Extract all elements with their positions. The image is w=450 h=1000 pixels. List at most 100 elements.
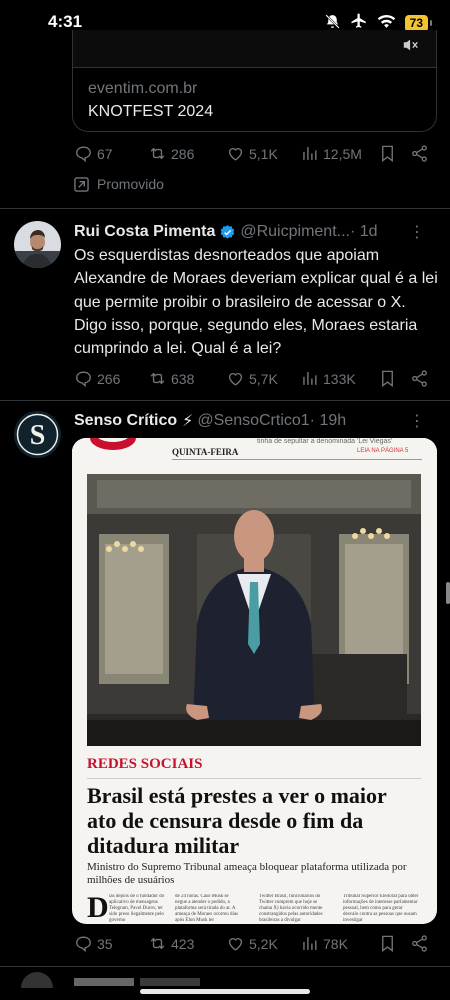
bookmark-icon — [382, 935, 393, 952]
masthead-red-note: LEIA NA PÁGINA 5 — [357, 448, 409, 454]
reply-icon — [76, 371, 91, 388]
repost-icon — [150, 372, 165, 385]
tweet-media-image[interactable]: tinha de sepultar a denominada 'Lei Vieg… — [72, 438, 437, 924]
battery-indicator: 73 — [404, 14, 433, 32]
rule — [172, 459, 422, 460]
status-time: 4:31 — [48, 12, 83, 31]
views-count: 133K — [323, 370, 356, 387]
reply-count: 35 — [97, 935, 113, 952]
views-button[interactable]: 78K — [300, 934, 348, 953]
masthead-note: tinha de sepultar a denominada 'Lei Vieg… — [257, 438, 393, 445]
svg-text:S: S — [30, 420, 46, 451]
repost-count: 286 — [171, 145, 195, 162]
next-tweet-peek — [0, 968, 450, 1000]
repost-button[interactable]: 286 — [148, 144, 194, 163]
tweet-header: Rui Costa Pimenta @Ruicpiment... · 1d ⋮ — [74, 221, 436, 243]
repost-button[interactable]: 638 — [148, 369, 194, 388]
news-column-1: ias depois de o fundador do aplicativo d… — [109, 894, 165, 923]
promo-video[interactable] — [73, 30, 436, 68]
reply-count: 67 — [97, 145, 113, 162]
tweet-header: Senso Crítico ⚡ @SensoCrtico1 · 19h ⋮ — [74, 410, 436, 432]
share-button[interactable] — [410, 369, 429, 388]
divider — [0, 400, 450, 401]
reply-button[interactable]: 67 — [74, 144, 113, 163]
home-indicator[interactable] — [140, 989, 310, 994]
reply-button[interactable]: 35 — [74, 934, 113, 953]
like-button[interactable]: 5,7K — [226, 369, 278, 388]
reply-icon — [76, 936, 91, 953]
news-column-4: Tribunal Superior Eleitoral para obter i… — [343, 894, 419, 923]
news-subheadline: Ministro do Supremo Tribunal ameaça bloq… — [87, 861, 407, 886]
views-icon — [303, 937, 317, 950]
news-body: D ias depois de o fundador do aplicativo… — [87, 891, 421, 924]
like-button[interactable]: 5,1K — [226, 144, 278, 163]
news-column-3: Twitter Brasil, funcionários do Twitter … — [259, 894, 323, 923]
display-name[interactable]: Senso Crítico — [74, 412, 177, 430]
repost-count: 423 — [171, 935, 195, 952]
display-name[interactable]: Rui Costa Pimenta — [74, 223, 215, 241]
more-options-icon[interactable]: ⋮ — [409, 411, 426, 431]
next-tweet-fragment — [21, 972, 200, 1000]
repost-icon — [150, 147, 165, 160]
promo-link-card[interactable]: eventim.com.br KNOTFEST 2024 — [72, 30, 437, 132]
views-count: 12,5M — [323, 145, 362, 162]
volume-muted-icon[interactable] — [402, 38, 420, 52]
reply-count: 266 — [97, 370, 121, 387]
bookmark-button[interactable] — [378, 369, 397, 388]
promoted-text: Promovido — [97, 176, 164, 192]
news-column-2: de 24 horas. Caso Musk se negue a atende… — [175, 894, 239, 923]
like-count: 5,2K — [249, 935, 278, 952]
share-button[interactable] — [410, 934, 429, 953]
newspaper-masthead: tinha de sepultar a denominada 'Lei Vieg… — [72, 438, 437, 466]
timestamp[interactable]: · 1d — [350, 223, 378, 241]
news-section-label: REDES SOCIAIS — [87, 756, 203, 772]
repost-button[interactable]: 423 — [148, 934, 194, 953]
like-count: 5,7K — [249, 370, 278, 387]
newspaper-day: QUINTA-FEIRA — [172, 447, 239, 457]
bookmark-icon — [382, 370, 393, 387]
card-domain: eventim.com.br — [88, 80, 198, 97]
news-photo — [87, 474, 421, 746]
like-button[interactable]: 5,2K — [226, 934, 278, 953]
divider — [0, 208, 450, 209]
tweet-text: Os esquerdistas desnorteados que apoiam … — [74, 247, 438, 358]
card-title: KNOTFEST 2024 — [88, 103, 214, 120]
bookmark-button[interactable] — [378, 144, 397, 163]
views-button[interactable]: 133K — [300, 369, 356, 388]
news-headline: Brasil está prestes a ver o maior ato de… — [87, 783, 387, 858]
avatar[interactable] — [14, 221, 61, 268]
dropcap: D — [87, 891, 109, 924]
views-count: 78K — [323, 935, 348, 952]
promoted-label: Promovido — [74, 176, 164, 192]
verified-badge-icon — [220, 224, 235, 239]
divider — [0, 966, 450, 967]
tweet2-actions: 35 423 5,2K 78K — [74, 934, 434, 956]
share-icon — [412, 935, 427, 952]
heart-icon — [228, 938, 243, 951]
views-button[interactable]: 12,5M — [300, 144, 362, 163]
repost-icon — [150, 937, 165, 950]
share-icon — [412, 370, 427, 387]
promoted-arrow-icon — [74, 176, 89, 192]
bookmark-icon — [382, 145, 393, 162]
heart-icon — [228, 148, 243, 161]
share-icon — [412, 145, 427, 162]
share-button[interactable] — [410, 144, 429, 163]
handle[interactable]: @Ruicpiment... — [240, 223, 350, 241]
more-options-icon[interactable]: ⋮ — [409, 222, 426, 242]
repost-count: 638 — [171, 370, 195, 387]
newspaper-logo — [90, 438, 136, 450]
views-icon — [303, 147, 317, 160]
handle[interactable]: @SensoCrtico1 — [197, 412, 309, 430]
avatar[interactable]: S — [14, 411, 61, 458]
reply-button[interactable]: 266 — [74, 369, 120, 388]
views-icon — [303, 372, 317, 385]
bookmark-button[interactable] — [378, 934, 397, 953]
promo-actions: 67 286 5,1K 12,5M — [74, 144, 434, 166]
like-count: 5,1K — [249, 145, 278, 162]
scrollbar[interactable] — [446, 582, 450, 604]
reply-icon — [76, 146, 91, 163]
timestamp[interactable]: · 19h — [310, 412, 346, 430]
heart-icon — [228, 373, 243, 386]
lightning-emoji: ⚡ — [182, 413, 194, 430]
